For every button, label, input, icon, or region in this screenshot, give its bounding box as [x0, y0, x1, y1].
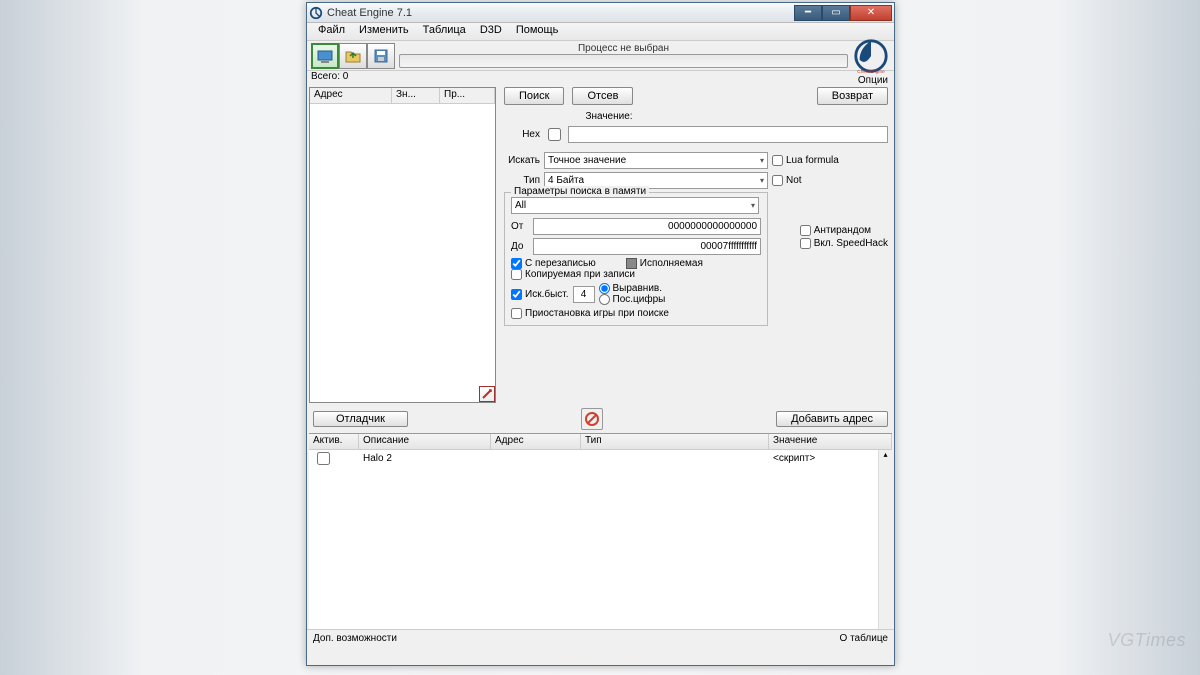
mid-controls: Отладчик Добавить адрес — [307, 405, 894, 433]
svg-text:CheatEngine: CheatEngine — [857, 69, 885, 75]
table-row[interactable]: Halo 2 <скрипт> — [309, 450, 892, 466]
hex-checkbox[interactable] — [548, 128, 561, 141]
next-scan-button[interactable]: Отсев — [572, 87, 633, 105]
add-address-button[interactable]: Добавить адрес — [776, 411, 888, 427]
fast-scan-checkbox[interactable] — [511, 289, 522, 300]
no-entry-icon[interactable] — [581, 408, 603, 430]
status-right[interactable]: О таблице — [840, 633, 888, 644]
executable-checkbox[interactable] — [626, 258, 637, 269]
fast-scan-input[interactable] — [573, 286, 595, 303]
results-header: Адрес Зн... Пр... — [310, 88, 495, 104]
progress-bar — [399, 54, 848, 68]
memory-params-label: Параметры поиска в памяти — [511, 186, 649, 197]
col-address[interactable]: Адрес — [310, 88, 392, 103]
menu-d3d[interactable]: D3D — [473, 23, 509, 40]
debugger-button[interactable]: Отладчик — [313, 411, 408, 427]
table-scrollbar[interactable]: ▴ — [878, 450, 892, 629]
clear-results-button[interactable] — [479, 386, 495, 402]
memory-region-dropdown[interactable]: All — [511, 197, 759, 214]
memory-scan-options: Параметры поиска в памяти All От До С пе… — [504, 192, 768, 326]
from-label: От — [511, 221, 529, 232]
process-bar: Процесс не выбран — [399, 43, 848, 68]
not-checkbox[interactable] — [772, 175, 783, 186]
first-scan-button[interactable]: Поиск — [504, 87, 564, 105]
save-button[interactable] — [367, 43, 395, 69]
toolbar: Процесс не выбран CheatEngine — [307, 41, 894, 71]
close-button[interactable]: ✕ — [850, 5, 892, 21]
results-body[interactable] — [310, 104, 495, 386]
row-description[interactable]: Halo 2 — [359, 453, 491, 464]
pause-game-checkbox[interactable] — [511, 308, 522, 319]
scan-type-label: Искать — [504, 155, 540, 166]
totals-label: Всего: 0 — [307, 71, 894, 85]
titlebar[interactable]: Cheat Engine 7.1 ━ ▭ ✕ — [307, 3, 894, 23]
antirandom-checkbox[interactable] — [800, 225, 811, 236]
col-active[interactable]: Актив. — [309, 434, 359, 449]
maximize-button[interactable]: ▭ — [822, 5, 850, 21]
watermark: VGTimes — [1108, 630, 1186, 651]
menubar: Файл Изменить Таблица D3D Помощь — [307, 23, 894, 41]
main-area: Адрес Зн... Пр... Поиск Отсев Возврат Зн… — [307, 85, 894, 405]
writable-checkbox[interactable] — [511, 258, 522, 269]
col-address[interactable]: Адрес — [491, 434, 581, 449]
col-value[interactable]: Значение — [769, 434, 892, 449]
scroll-up-icon[interactable]: ▴ — [879, 450, 892, 464]
open-file-button[interactable] — [339, 43, 367, 69]
speedhack-checkbox[interactable] — [800, 238, 811, 249]
menu-help[interactable]: Помощь — [509, 23, 566, 40]
results-list: Адрес Зн... Пр... — [309, 87, 496, 403]
statusbar: Доп. возможности О таблице — [307, 629, 894, 647]
from-input[interactable] — [533, 218, 761, 235]
lua-formula-checkbox[interactable] — [772, 155, 783, 166]
value-label: Значение: — [504, 111, 714, 122]
cheat-table-body[interactable]: Halo 2 <скрипт> ▴ — [309, 450, 892, 629]
window-controls: ━ ▭ ✕ — [794, 5, 892, 21]
scan-panel: Поиск Отсев Возврат Значение: Hex Искать… — [498, 85, 894, 405]
col-type[interactable]: Тип — [581, 434, 769, 449]
to-label: До — [511, 241, 529, 252]
col-description[interactable]: Описание — [359, 434, 491, 449]
last-digits-radio[interactable] — [599, 294, 610, 305]
menu-table[interactable]: Таблица — [416, 23, 473, 40]
process-label: Процесс не выбран — [399, 43, 848, 54]
menu-edit[interactable]: Изменить — [352, 23, 416, 40]
to-input[interactable] — [533, 238, 761, 255]
alignment-radio[interactable] — [599, 283, 610, 294]
undo-scan-button[interactable]: Возврат — [817, 87, 888, 105]
value-type-label: Тип — [504, 175, 540, 186]
minimize-button[interactable]: ━ — [794, 5, 822, 21]
window-title: Cheat Engine 7.1 — [327, 7, 794, 19]
col-previous[interactable]: Пр... — [440, 88, 495, 103]
ce-logo-icon[interactable]: CheatEngine — [852, 37, 890, 75]
scan-type-dropdown[interactable]: Точное значение — [544, 152, 768, 169]
cheat-table: Актив. Описание Адрес Тип Значение Halo … — [309, 433, 892, 629]
copy-on-write-checkbox[interactable] — [511, 269, 522, 280]
row-value[interactable]: <скрипт> — [769, 453, 892, 464]
hex-label: Hex — [504, 129, 540, 140]
value-input[interactable] — [568, 126, 888, 143]
menu-file[interactable]: Файл — [311, 23, 352, 40]
row-active-checkbox[interactable] — [317, 452, 330, 465]
app-icon — [309, 6, 323, 20]
status-left[interactable]: Доп. возможности — [313, 633, 397, 644]
open-process-button[interactable] — [311, 43, 339, 69]
app-window: Cheat Engine 7.1 ━ ▭ ✕ Файл Изменить Таб… — [306, 2, 895, 666]
col-value[interactable]: Зн... — [392, 88, 440, 103]
side-options: Антирандом Вкл. SpeedHack — [800, 225, 888, 249]
cheat-table-header: Актив. Описание Адрес Тип Значение — [309, 434, 892, 450]
